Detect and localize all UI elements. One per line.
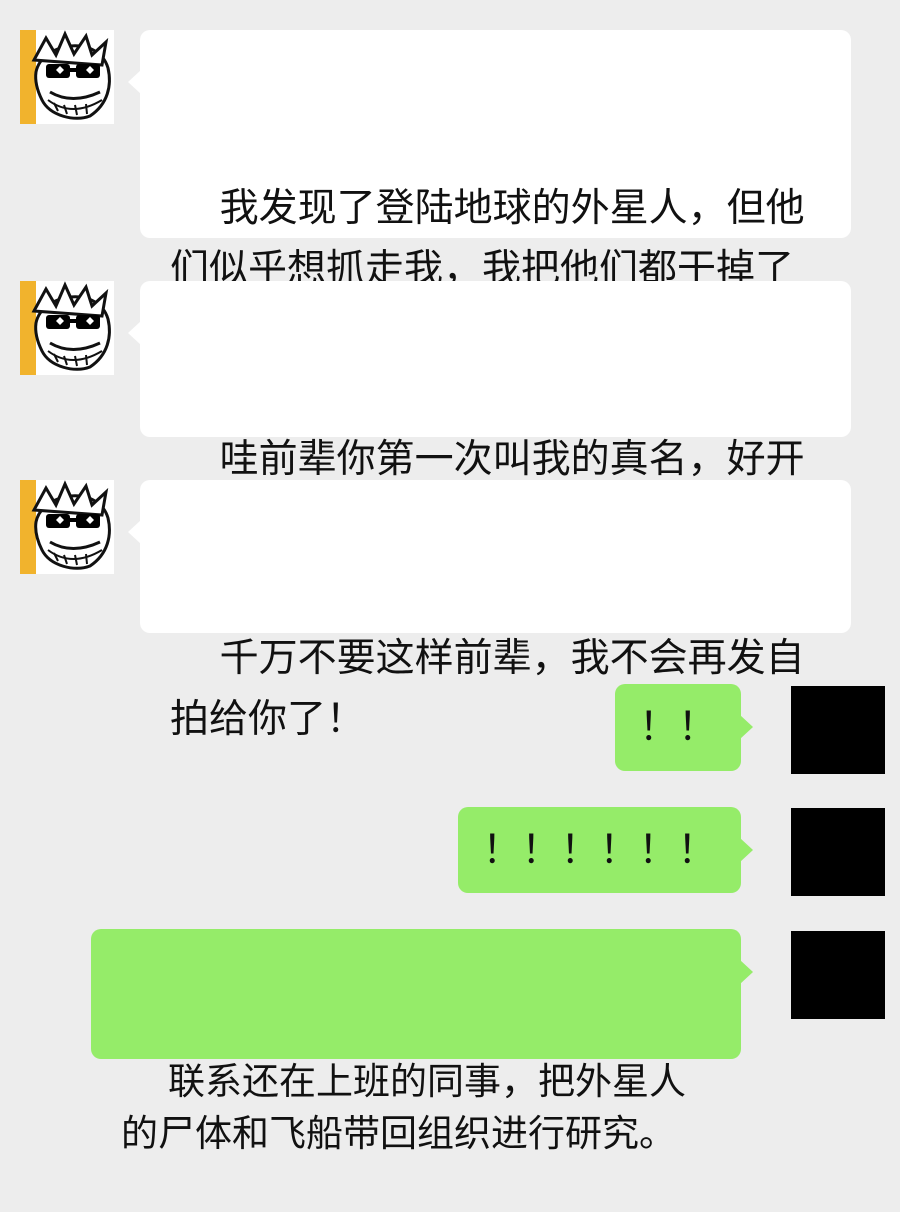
bubble-tail-icon — [740, 960, 753, 984]
chat-conversation: 我发现了登陆地球的外星人，但他们似乎想抓走我，我把他们都干掉了 哇前辈你第一次叫… — [0, 0, 900, 1155]
bubble-tail-icon — [740, 715, 753, 739]
self-avatar[interactable] — [791, 931, 885, 1019]
message-text: ！！！！！！ — [482, 827, 717, 873]
bubble-tail-icon — [128, 321, 141, 345]
black-avatar-icon — [791, 808, 885, 896]
contact-avatar[interactable] — [20, 281, 114, 375]
black-avatar-icon — [791, 686, 885, 774]
cartoon-face-avatar-icon — [20, 480, 114, 574]
cartoon-face-avatar-icon — [20, 281, 114, 375]
message-text: 联系还在上班的同事，把外星人的尸体和飞船带回组织进行研究。 — [121, 1060, 687, 1155]
message-bubble-outgoing[interactable]: ！！！！！！ — [458, 807, 753, 893]
bubble-tail-icon — [128, 520, 141, 544]
message-bubble-incoming[interactable]: 我发现了登陆地球的外星人，但他们似乎想抓走我，我把他们都干掉了 — [128, 30, 851, 292]
self-avatar[interactable] — [791, 686, 885, 774]
bubble-tail-icon — [128, 70, 141, 94]
message-bubble-incoming[interactable]: 千万不要这样前辈，我不会再发自拍给你了！ — [128, 480, 851, 742]
contact-avatar[interactable] — [20, 480, 114, 574]
cartoon-face-avatar-icon — [20, 30, 114, 124]
bubble-tail-icon — [740, 838, 753, 862]
message-text: ！！ — [638, 705, 717, 750]
contact-avatar[interactable] — [20, 30, 114, 124]
black-avatar-icon — [791, 931, 885, 1019]
message-bubble-outgoing[interactable]: ！！ — [615, 684, 753, 771]
self-avatar[interactable] — [791, 808, 885, 896]
message-bubble-outgoing[interactable]: 联系还在上班的同事，把外星人的尸体和飞船带回组织进行研究。 — [91, 929, 753, 1155]
message-text: 我发现了登陆地球的外星人，但他们似乎想抓走我，我把他们都干掉了 — [170, 186, 805, 292]
message-bubble-incoming[interactable]: 哇前辈你第一次叫我的真名，好开心 — [128, 281, 851, 543]
